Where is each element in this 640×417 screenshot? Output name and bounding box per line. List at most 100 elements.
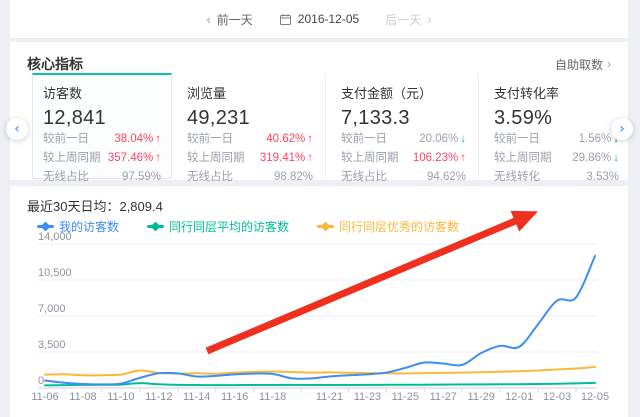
svg-text:11-12: 11-12 bbox=[145, 391, 172, 403]
trend-arrow-icon: ↑ bbox=[307, 152, 313, 164]
metric-row: 无线占比 97.59% bbox=[43, 168, 161, 187]
metric-row: 无线转化 3.53% bbox=[494, 168, 619, 187]
metric-card-payment-amount[interactable]: 支付金额（元） 7,133.3 较前一日 20.06%↓ 较上周同期 106.2… bbox=[325, 73, 478, 179]
self-service-data-link[interactable]: 自助取数 › bbox=[555, 56, 611, 73]
row-value: 20.06%↓ bbox=[419, 130, 466, 149]
metric-row: 无线占比 98.82% bbox=[187, 168, 313, 187]
carousel-left-button[interactable]: ‹ bbox=[6, 118, 28, 140]
next-day-button[interactable]: 后一天 › bbox=[385, 11, 431, 28]
card-value: 49,231 bbox=[187, 107, 313, 130]
trend-arrow-icon: ↑ bbox=[307, 133, 313, 145]
chevron-right-icon: › bbox=[607, 58, 611, 70]
metric-row: 较前一日 20.06%↓ bbox=[341, 130, 466, 149]
legend-label: 我的访客数 bbox=[59, 218, 119, 235]
legend-label: 同行同层优秀的访客数 bbox=[339, 218, 459, 235]
svg-text:12-03: 12-03 bbox=[543, 391, 571, 403]
card-title: 浏览量 bbox=[187, 83, 313, 102]
row-value: 357.46%↑ bbox=[108, 149, 161, 168]
metric-row: 较前一日 40.62%↑ bbox=[187, 130, 313, 149]
date-nav-bar: ‹ 前一天 2016-12-05 后一天 › bbox=[10, 0, 628, 39]
row-label: 较前一日 bbox=[341, 130, 387, 149]
svg-text:12-01: 12-01 bbox=[505, 391, 533, 403]
row-label: 较前一日 bbox=[494, 130, 540, 149]
row-label: 较前一日 bbox=[187, 130, 233, 149]
row-label: 较上周同期 bbox=[341, 149, 399, 168]
svg-text:3,500: 3,500 bbox=[38, 339, 66, 351]
metric-row: 较上周同期 357.46%↑ bbox=[43, 149, 161, 168]
row-label: 无线占比 bbox=[187, 168, 233, 187]
legend-item-my-visitors[interactable]: 我的访客数 bbox=[37, 218, 119, 235]
metric-row: 较上周同期 29.86%↓ bbox=[494, 149, 619, 168]
row-label: 较前一日 bbox=[43, 130, 89, 149]
chevron-left-icon: ‹ bbox=[206, 13, 210, 26]
legend-item-peer-average[interactable]: 同行同层平均的访客数 bbox=[147, 218, 289, 235]
svg-text:11-08: 11-08 bbox=[69, 391, 96, 403]
trend-arrow-icon: ↑ bbox=[155, 152, 161, 164]
chevron-right-icon: › bbox=[427, 13, 431, 26]
card-value: 7,133.3 bbox=[341, 107, 466, 130]
row-value: 3.53% bbox=[586, 168, 619, 187]
row-value: 29.86%↓ bbox=[572, 149, 619, 168]
row-value: 40.62%↑ bbox=[266, 130, 313, 149]
legend-marker-icon bbox=[317, 222, 334, 231]
svg-text:0: 0 bbox=[38, 375, 44, 387]
svg-text:11-06: 11-06 bbox=[31, 391, 58, 403]
prev-day-label: 前一天 bbox=[217, 11, 253, 28]
next-day-label: 后一天 bbox=[385, 11, 421, 28]
legend-marker-icon bbox=[147, 222, 164, 231]
legend-label: 同行同层平均的访客数 bbox=[169, 218, 289, 235]
metric-row: 无线占比 94.62% bbox=[341, 168, 466, 187]
trend-arrow-icon: ↓ bbox=[460, 133, 466, 145]
row-label: 较上周同期 bbox=[494, 149, 552, 168]
svg-text:11-21: 11-21 bbox=[316, 391, 343, 403]
svg-text:11-18: 11-18 bbox=[259, 391, 286, 403]
svg-text:12-05: 12-05 bbox=[581, 391, 609, 403]
metric-row: 较前一日 38.04%↑ bbox=[43, 130, 161, 149]
series-line-2 bbox=[45, 367, 595, 376]
card-title: 支付金额（元） bbox=[341, 83, 466, 102]
current-date: 2016-12-05 bbox=[298, 12, 359, 26]
trend-chart-panel: 最近30天日均：2,809.4 我的访客数 同行同层平均的访客数 同行同层优秀的… bbox=[10, 186, 628, 417]
row-value: 38.04%↑ bbox=[114, 130, 161, 149]
trend-arrow-icon: ↑ bbox=[155, 133, 161, 145]
trend-annotation-arrow bbox=[207, 219, 520, 351]
chart-legend: 我的访客数 同行同层平均的访客数 同行同层优秀的访客数 bbox=[37, 218, 459, 235]
svg-text:10,500: 10,500 bbox=[38, 267, 72, 279]
core-metrics-panel: 核心指标 自助取数 › 访客数 12,841 较前一日 38.04%↑ 较上周同… bbox=[10, 42, 628, 180]
card-value: 3.59% bbox=[494, 107, 619, 130]
series-line-1 bbox=[45, 383, 595, 385]
row-value: 106.23%↑ bbox=[413, 149, 466, 168]
svg-text:11-10: 11-10 bbox=[107, 391, 134, 403]
series-line-0 bbox=[45, 256, 595, 385]
calendar-icon bbox=[279, 13, 292, 26]
card-value: 12,841 bbox=[43, 107, 161, 130]
metric-card-conversion-rate[interactable]: 支付转化率 3.59% 较前一日 1.56%↓ 较上周同期 29.86%↓ 无线… bbox=[478, 73, 631, 179]
svg-text:11-23: 11-23 bbox=[354, 391, 381, 403]
row-value: 97.59% bbox=[122, 168, 161, 187]
metric-card-visitors[interactable]: 访客数 12,841 较前一日 38.04%↑ 较上周同期 357.46%↑ 无… bbox=[32, 73, 172, 179]
row-label: 较上周同期 bbox=[43, 149, 101, 168]
row-value: 94.62% bbox=[427, 168, 466, 187]
row-label: 无线占比 bbox=[43, 168, 89, 187]
date-picker[interactable]: 2016-12-05 bbox=[279, 12, 359, 26]
row-label: 无线占比 bbox=[341, 168, 387, 187]
prev-day-button[interactable]: ‹ 前一天 bbox=[206, 11, 252, 28]
card-title: 访客数 bbox=[43, 83, 161, 102]
carousel-right-button[interactable]: › bbox=[611, 118, 633, 140]
metric-row: 较前一日 1.56%↓ bbox=[494, 130, 619, 149]
panel-header: 核心指标 自助取数 › bbox=[10, 42, 628, 74]
metric-row: 较上周同期 319.41%↑ bbox=[187, 149, 313, 168]
panel-title: 核心指标 bbox=[27, 54, 83, 74]
svg-text:11-16: 11-16 bbox=[221, 391, 248, 403]
trend-arrow-icon: ↓ bbox=[613, 152, 619, 164]
metric-card-pageviews[interactable]: 浏览量 49,231 较前一日 40.62%↑ 较上周同期 319.41%↑ 无… bbox=[172, 73, 325, 179]
legend-item-peer-excellent[interactable]: 同行同层优秀的访客数 bbox=[317, 218, 459, 235]
row-value: 319.41%↑ bbox=[260, 149, 313, 168]
svg-text:11-27: 11-27 bbox=[430, 391, 457, 403]
chart-average-title: 最近30天日均：2,809.4 bbox=[10, 186, 628, 215]
metric-row: 较上周同期 106.23%↑ bbox=[341, 149, 466, 168]
row-label: 较上周同期 bbox=[187, 149, 245, 168]
svg-text:11-14: 11-14 bbox=[183, 391, 210, 403]
legend-marker-icon bbox=[37, 222, 54, 231]
trend-arrow-icon: ↑ bbox=[460, 152, 466, 164]
